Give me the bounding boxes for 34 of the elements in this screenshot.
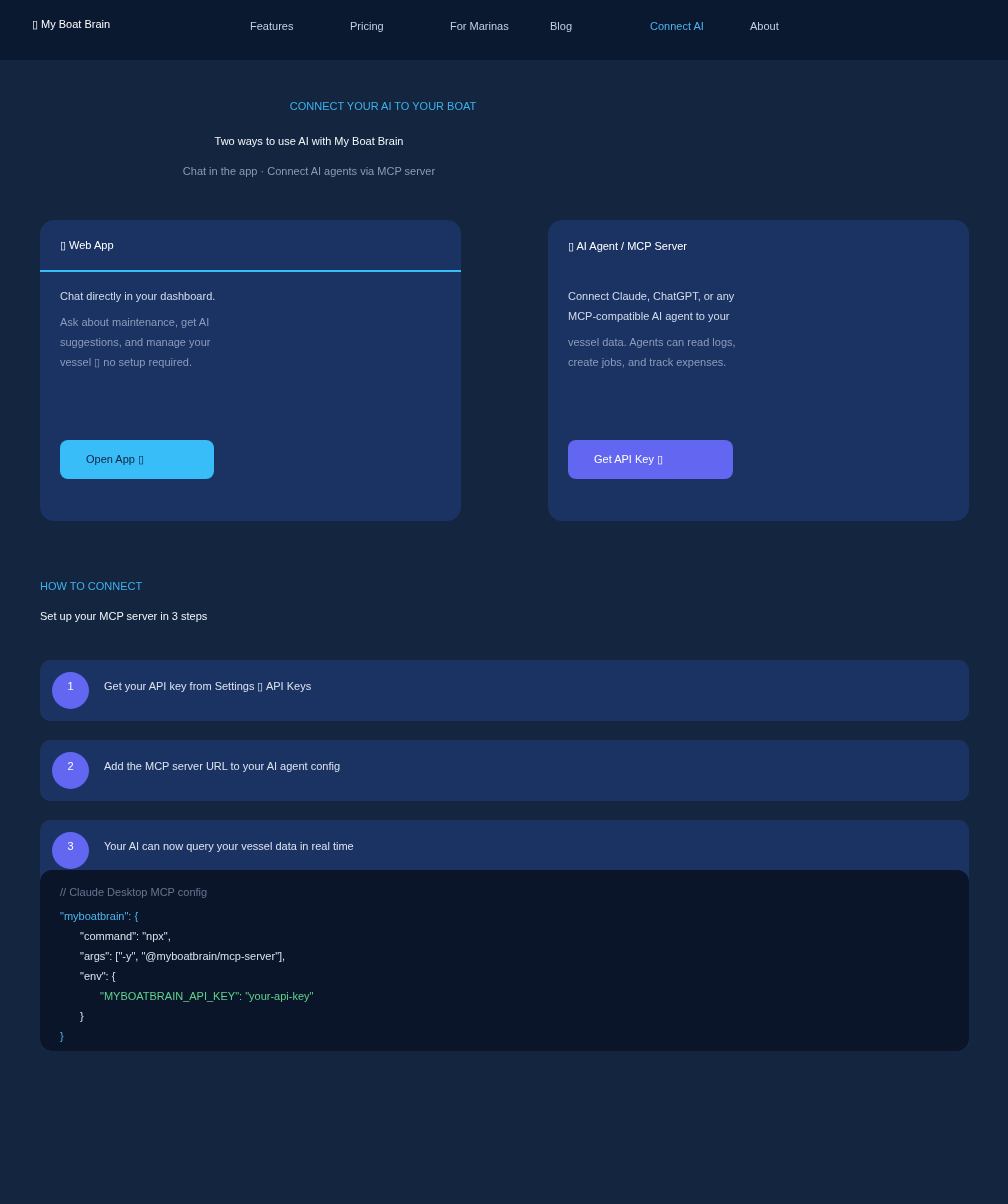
nav-link[interactable]: Features [250, 19, 294, 33]
step-text: Your AI can now query your vessel data in real time [104, 839, 354, 853]
code-line: } [80, 1009, 84, 1024]
code-line: "command": "npx", [80, 929, 171, 944]
code-line: "MYBOATBRAIN_API_KEY": "your-api-key" [100, 989, 314, 1004]
card-lead: Connect Claude, ChatGPT, or any MCP-compatible AI agent to your [568, 289, 736, 324]
code-line: "env": { [80, 969, 116, 984]
card-description: vessel data. Agents can read logs, create jobs, and track expenses. [568, 335, 737, 370]
nav-link[interactable]: Pricing [350, 19, 384, 33]
section-eyebrow: HOW TO CONNECT [40, 580, 143, 592]
cta-button[interactable]: Open App ▯ [60, 440, 214, 479]
card-description: Ask about maintenance, get AI suggestions, and manage your vessel ▯ no setup required. [60, 315, 212, 370]
nav-link[interactable]: For Marinas [450, 19, 509, 33]
card-lead: Chat directly in your dashboard. [60, 289, 216, 304]
brand-name[interactable]: ▯ My Boat Brain [32, 17, 111, 31]
step-text: Add the MCP server URL to your AI agent config [104, 759, 340, 773]
section-title: Set up your MCP server in 3 steps [40, 610, 208, 622]
nav-link[interactable]: Blog [550, 19, 573, 33]
section-eyebrow: CONNECT YOUR AI TO YOUR BOAT [289, 100, 477, 112]
code-line: } [60, 1029, 64, 1044]
cta-button[interactable]: Get API Key ▯ [568, 440, 733, 479]
step-number: 2 [52, 752, 89, 789]
step-number: 3 [52, 832, 89, 869]
card-title: ▯ Web App [60, 238, 114, 252]
code-comment: // Claude Desktop MCP config [60, 885, 208, 900]
code-line: "myboatbrain": { [60, 909, 139, 924]
hero-title: Two ways to use AI with My Boat Brain [214, 135, 404, 147]
card-title: ▯ AI Agent / MCP Server [568, 239, 687, 253]
step-text: Get your API key from Settings ▯ API Keys [104, 679, 312, 693]
code-line: "args": ["-y", "@myboatbrain/mcp-server"], [80, 949, 286, 964]
nav-link[interactable]: About [750, 19, 779, 33]
hero-subtitle: Chat in the app · Connect AI agents via MCP server [182, 165, 436, 177]
nav-link[interactable]: Connect AI [650, 19, 704, 33]
step-number: 1 [52, 672, 89, 709]
